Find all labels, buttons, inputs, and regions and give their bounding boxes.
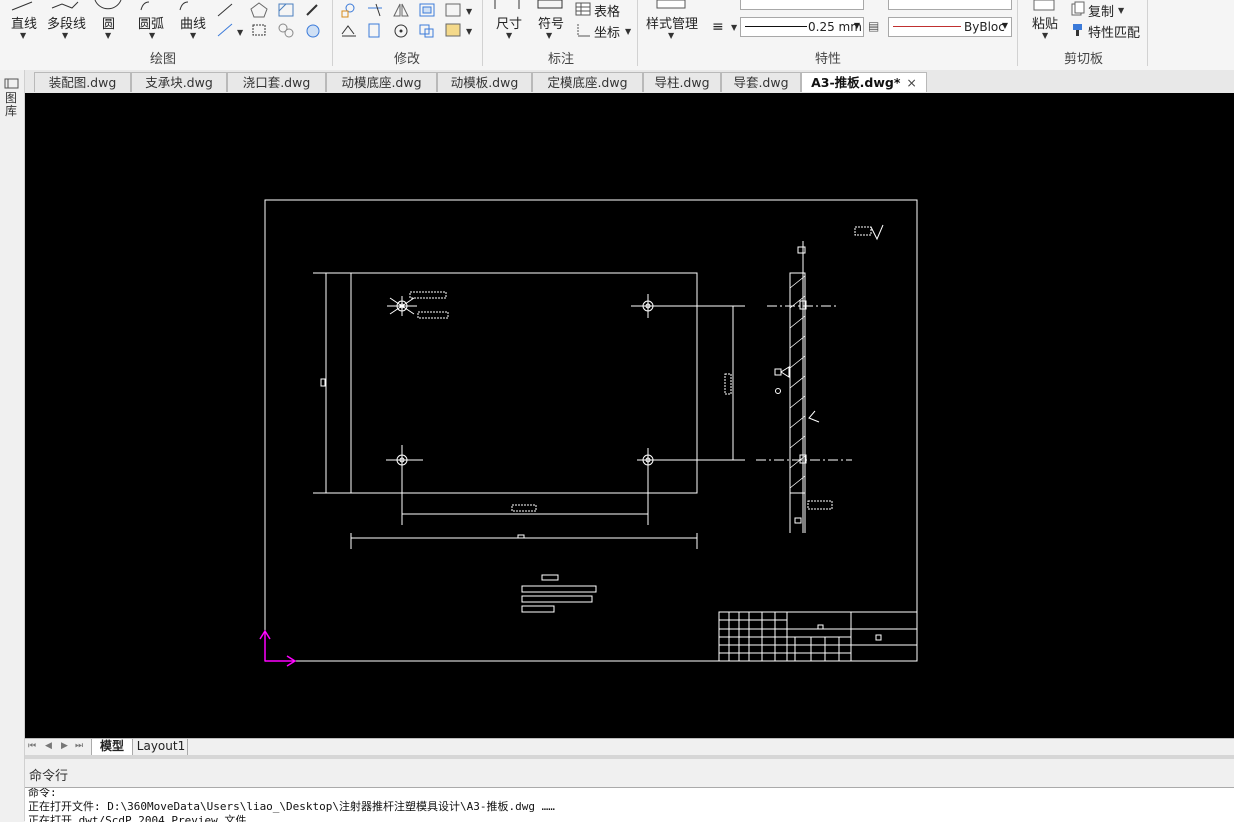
circle-icon: [94, 0, 122, 10]
line-icon: [11, 1, 33, 11]
scale-icon[interactable]: [418, 22, 436, 38]
linetype-value: ByBloc: [964, 20, 1005, 34]
command-line-header: 命令行: [25, 755, 1234, 787]
rectangle-icon[interactable]: [250, 22, 268, 38]
ribbon: 直线 ▼ 多段线 ▼ 圆 ▼ 圆弧 ▼ 曲线 ▼ ▼ 绘图 ▼ ▼ 修改 尺寸 …: [0, 0, 1234, 71]
dimension-icon: [494, 0, 520, 9]
polyline-button[interactable]: 多段线: [47, 13, 86, 32]
table-icon: [575, 2, 591, 16]
command-line-title: 命令行: [29, 769, 69, 784]
tab-push-plate[interactable]: A3-推板.dwg* ×: [801, 72, 927, 92]
arc-icon: [140, 1, 150, 11]
tab-fixed-base[interactable]: 定模底座.dwg: [532, 72, 643, 92]
tab-sprue-bushing[interactable]: 浇口套.dwg: [227, 72, 326, 92]
circle-button[interactable]: 圆: [102, 13, 115, 32]
copy-entity-icon[interactable]: [340, 22, 358, 38]
tab-moving-base[interactable]: 动模底座.dwg: [326, 72, 437, 92]
tab-guide-pillar[interactable]: 导柱.dwg: [643, 72, 721, 92]
curve-icon: [179, 1, 189, 11]
drawing-tab-bar: 装配图.dwg 支承块.dwg 浇口套.dwg 动模底座.dwg 动模板.dwg…: [25, 70, 1234, 94]
match-properties-icon: [1073, 24, 1082, 36]
paste-icon: [1033, 0, 1055, 11]
lineweight-icon: ≡: [712, 19, 724, 35]
ray-icon[interactable]: [216, 2, 234, 18]
point-icon[interactable]: [304, 2, 320, 18]
annotate-group-label: 标注: [548, 52, 575, 67]
layout-tab-bar: ⏮ ◀ ▶ ⏭ 模型 Layout1: [25, 738, 1234, 756]
cad-drawing: [259, 199, 918, 667]
left-tool-strip: 图库: [0, 70, 25, 821]
hole-bottom-right: [637, 448, 745, 525]
drawing-canvas[interactable]: [25, 93, 1234, 738]
first-layout-button[interactable]: ⏮: [28, 741, 36, 751]
stretch-icon[interactable]: [366, 22, 384, 38]
hole-top-right: [631, 294, 745, 318]
coordinate-icon: [577, 24, 590, 37]
style-manager-icon: [656, 0, 686, 9]
linetype-icon: ▤: [868, 19, 880, 33]
array-icon[interactable]: ▼: [444, 2, 476, 18]
arc-button[interactable]: 圆弧: [138, 13, 164, 32]
svg-text:▼: ▼: [466, 7, 473, 16]
polygon-icon[interactable]: [250, 2, 268, 18]
polyline-icon: [51, 1, 79, 9]
tab-assembly[interactable]: 装配图.dwg: [34, 72, 131, 92]
xline-icon[interactable]: ▼: [216, 22, 244, 38]
offset-icon[interactable]: [418, 2, 436, 18]
tab-guide-bush[interactable]: 导套.dwg: [721, 72, 801, 92]
hatch-icon[interactable]: [277, 2, 295, 18]
coordinate-button[interactable]: 坐标: [594, 22, 620, 41]
move-icon[interactable]: [340, 2, 358, 18]
svg-text:▼: ▼: [466, 27, 473, 36]
copy-button[interactable]: 复制: [1088, 1, 1114, 20]
next-layout-button[interactable]: ▶: [61, 741, 68, 751]
hole-top-left: [387, 296, 417, 316]
line-button[interactable]: 直线: [11, 13, 37, 32]
curve-button[interactable]: 曲线: [180, 13, 206, 32]
command-line-0: 命令:: [28, 787, 57, 799]
region-icon[interactable]: [277, 22, 295, 38]
svg-text:▼: ▼: [237, 28, 244, 37]
tab-layout1[interactable]: Layout1: [135, 739, 188, 755]
trim-icon[interactable]: [366, 2, 384, 18]
paste-button[interactable]: 粘贴: [1032, 13, 1058, 32]
prev-layout-button[interactable]: ◀: [45, 741, 52, 751]
layer-dropdown[interactable]: [740, 0, 864, 10]
dimension-button[interactable]: 尺寸: [496, 13, 522, 32]
last-layout-button[interactable]: ⏭: [75, 741, 83, 751]
library-icon[interactable]: [4, 78, 20, 90]
hole-bottom-left: [386, 445, 423, 525]
tab-model[interactable]: 模型: [91, 739, 133, 756]
boundary-icon[interactable]: [304, 22, 322, 38]
clipboard-group-label: 剪切板: [1064, 52, 1104, 67]
properties-group-label: 特性: [815, 52, 842, 67]
mirror-icon[interactable]: [392, 2, 410, 18]
ucs-icon: [259, 629, 297, 667]
tab-support-block[interactable]: 支承块.dwg: [131, 72, 227, 92]
tab-push-plate-label: A3-推板.dwg*: [811, 75, 901, 90]
tab-close-button[interactable]: ×: [906, 75, 916, 90]
copy-icon: [1071, 1, 1085, 16]
title-block: [718, 611, 918, 662]
explode-icon[interactable]: ▼: [444, 22, 476, 38]
lineweight-dropdown[interactable]: 0.25 mm ▼: [740, 17, 864, 37]
draw-group-label: 绘图: [150, 52, 177, 67]
symbol-button[interactable]: 符号: [538, 13, 564, 32]
modify-group-label: 修改: [394, 52, 421, 67]
rotate-icon[interactable]: [392, 22, 410, 38]
table-button[interactable]: 表格: [594, 1, 620, 20]
command-history[interactable]: 命令: 正在打开文件: D:\360MoveData\Users\liao_\D…: [25, 787, 1234, 822]
match-properties-button[interactable]: 特性匹配: [1088, 22, 1140, 41]
library-tab[interactable]: 图库: [5, 92, 19, 118]
command-line-1: 正在打开文件: D:\360MoveData\Users\liao_\Deskt…: [28, 800, 555, 813]
style-manager-button[interactable]: 样式管理: [646, 13, 698, 32]
tab-moving-plate[interactable]: 动模板.dwg: [437, 72, 532, 92]
symbol-icon: [537, 0, 563, 9]
color-dropdown[interactable]: [888, 0, 1012, 10]
linetype-dropdown[interactable]: ByBloc ▼: [888, 17, 1012, 37]
